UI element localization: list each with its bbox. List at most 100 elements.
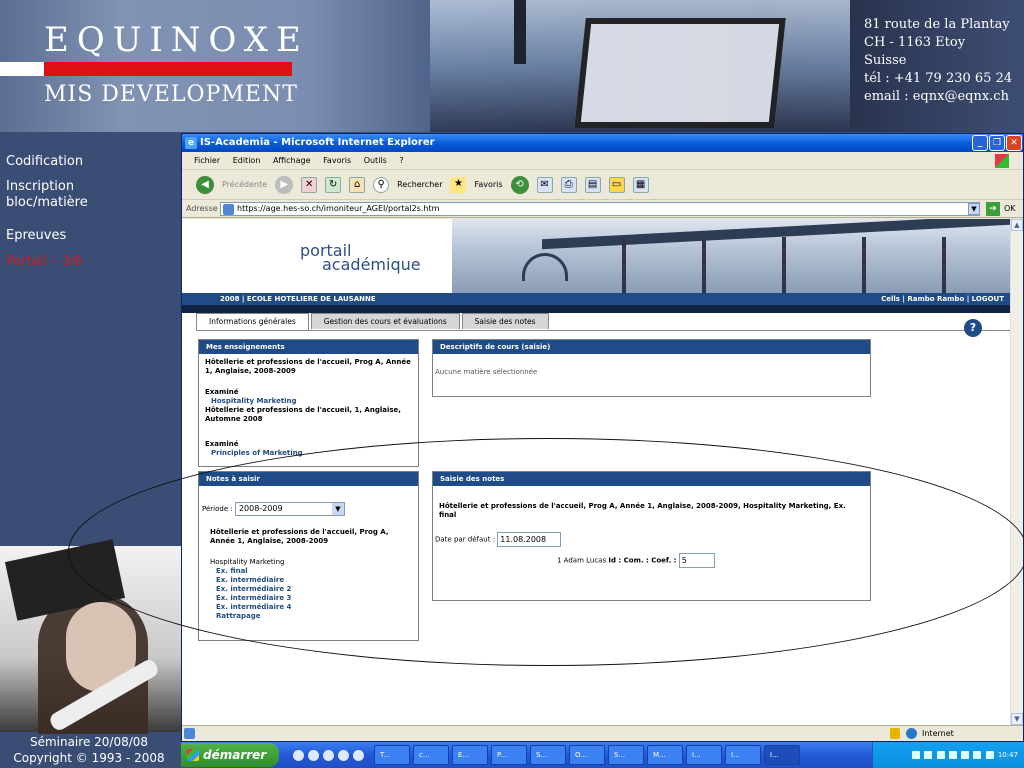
slide: EQUINOXE MIS DEVELOPMENT 81 route de la … [0,0,1024,768]
portal-tabs: Informations générales Gestion des cours… [196,313,549,331]
taskbar-item[interactable]: M... [647,745,683,765]
taskbar-item[interactable]: S... [608,745,644,765]
quick-launch-icon[interactable] [293,749,304,761]
grading-heading: Hôtellerie et professions de l'accueil, … [439,502,846,519]
exam-link-intermediaire-2[interactable]: Ex. intermédiaire 2 [216,585,412,594]
taskbar-item-active[interactable]: I... [764,745,800,765]
periode-select[interactable]: 2008-2009 ▼ [234,502,345,516]
research-icon[interactable]: ▦ [632,176,649,193]
portal-header: portail académique [182,219,1010,293]
home-icon[interactable]: ⌂ [349,176,366,193]
panel-descriptifs: Descriptifs de cours (saisie) Aucune mat… [432,339,871,397]
taskbar-item[interactable]: E... [452,745,488,765]
folder-icon[interactable]: ▭ [608,176,625,193]
favorites-star-icon[interactable]: ★ [450,176,467,193]
ie-titlebar[interactable]: e IS-Academia - Microsoft Internet Explo… [182,134,1023,152]
tab-informations-generales[interactable]: Informations générales [196,313,309,331]
address-line: email : eqnx@eqnx.ch [864,89,1009,104]
address-line: CH - 1163 Etoy [864,35,966,50]
taskbar-item[interactable]: T... [374,745,410,765]
taskbar-item[interactable]: P... [491,745,527,765]
refresh-icon[interactable]: ↻ [325,176,342,193]
panel-saisie-des-notes: Saisie des notes Hôtellerie et professio… [432,471,871,601]
tab-gestion-cours[interactable]: Gestion des cours et évaluations [310,313,460,329]
menu-favoris[interactable]: Favoris [323,156,351,165]
minimize-button[interactable]: _ [972,135,988,151]
exam-link-intermediaire[interactable]: Ex. intermédiaire [216,576,412,585]
portal-header-photo [452,219,1010,293]
tray-icon[interactable] [936,751,945,759]
ie-addressbar: Adresse https://age.hes-so.ch/imoniteur_… [182,200,1023,218]
system-tray: 10:47 [872,742,1024,768]
print-icon[interactable]: ⎙ [560,176,577,193]
scroll-down-icon[interactable]: ▼ [1011,713,1023,725]
chevron-down-icon: ▼ [331,503,344,515]
nav-item-codification[interactable]: Codification [0,154,178,170]
tray-icon[interactable] [961,751,970,759]
course-name: Hôtellerie et professions de l'accueil, … [205,358,411,375]
taskbar-item[interactable]: O... [569,745,605,765]
taskbar-item[interactable]: c... [413,745,449,765]
quick-launch-icon[interactable] [338,749,349,761]
search-label[interactable]: Rechercher [397,170,442,200]
search-icon[interactable]: ⚲ [373,176,390,193]
user-links[interactable]: Cells | Rambo Rambo | LOGOUT [881,293,1004,305]
address-input[interactable]: https://age.hes-so.ch/imoniteur_AGEI/por… [220,202,980,216]
ie-statusbar: Internet [182,725,1023,741]
start-button[interactable]: démarrer [181,743,279,767]
mail-icon[interactable]: ✉ [536,176,553,193]
quick-launch-icon[interactable] [308,749,319,761]
go-arrow-icon[interactable]: ➔ [986,202,1000,216]
scroll-up-icon[interactable]: ▲ [1011,219,1023,231]
forward-icon[interactable]: ▶ [275,175,294,194]
subject-name: Hospitality Marketing [210,558,285,566]
exam-link-intermediaire-3[interactable]: Ex. intermédiaire 3 [216,594,412,603]
taskbar-item[interactable]: I... [725,745,761,765]
taskbar-item[interactable]: I... [686,745,722,765]
close-button[interactable]: ✕ [1006,135,1022,151]
exam-link-final[interactable]: Ex. final [216,567,412,576]
maximize-button[interactable]: ❐ [989,135,1005,151]
menu-outils[interactable]: Outils [364,156,387,165]
exam-link-rattrapage[interactable]: Rattrapage [216,612,412,621]
tray-icon[interactable] [948,751,957,759]
back-icon[interactable]: ◀ [196,175,214,194]
menu-edition[interactable]: Edition [233,156,261,165]
vertical-scrollbar[interactable]: ▲ ▼ [1010,219,1023,725]
quick-launch-icon[interactable] [353,749,364,761]
exam-link-intermediaire-4[interactable]: Ex. intermédiaire 4 [216,603,412,612]
address-dropdown-icon[interactable]: ▼ [968,203,980,215]
help-icon[interactable]: ? [964,319,982,337]
building-column [622,237,626,293]
page-icon [223,204,234,215]
nav-item-portail[interactable]: Portail – 3/6 [0,254,178,270]
nav-item-epreuves[interactable]: Epreuves [0,228,178,244]
history-icon[interactable]: ⟲ [510,175,529,194]
address-url: https://age.hes-so.ch/imoniteur_AGEI/por… [237,204,440,213]
tray-icon[interactable] [985,751,994,759]
quick-launch-icon[interactable] [323,749,334,761]
page-viewport: portail académique 2008 | ECOLE HOTELIER… [182,219,1010,725]
coef-input[interactable]: 5 [678,553,715,568]
date-input[interactable]: 11.08.2008 [497,532,562,547]
course-link-principles-marketing[interactable]: Principles of Marketing [211,449,412,458]
edit-icon[interactable]: ▤ [584,176,601,193]
panel-title: Saisie des notes [433,472,870,486]
company-address: 81 route de la Plantay CH - 1163 Etoy Su… [864,16,1012,106]
favorites-label[interactable]: Favoris [474,170,502,200]
course-link-hospitality-marketing[interactable]: Hospitality Marketing [211,397,412,406]
tray-icon[interactable] [973,751,982,759]
banner-laptop-screen [574,18,786,128]
taskbar-item[interactable]: S... [530,745,566,765]
menu-help[interactable]: ? [399,156,403,165]
tab-saisie-notes[interactable]: Saisie des notes [461,313,549,329]
tray-icon[interactable] [924,751,933,759]
go-button[interactable]: OK [1004,200,1016,218]
menu-affichage[interactable]: Affichage [273,156,311,165]
tray-icon[interactable] [912,751,921,759]
menu-fichier[interactable]: Fichier [194,156,220,165]
stop-icon[interactable]: ✕ [301,176,318,193]
back-label[interactable]: Précédente [222,170,267,200]
tab-underline [196,330,1010,331]
nav-item-inscription[interactable]: Inscription bloc/matière [0,179,110,211]
